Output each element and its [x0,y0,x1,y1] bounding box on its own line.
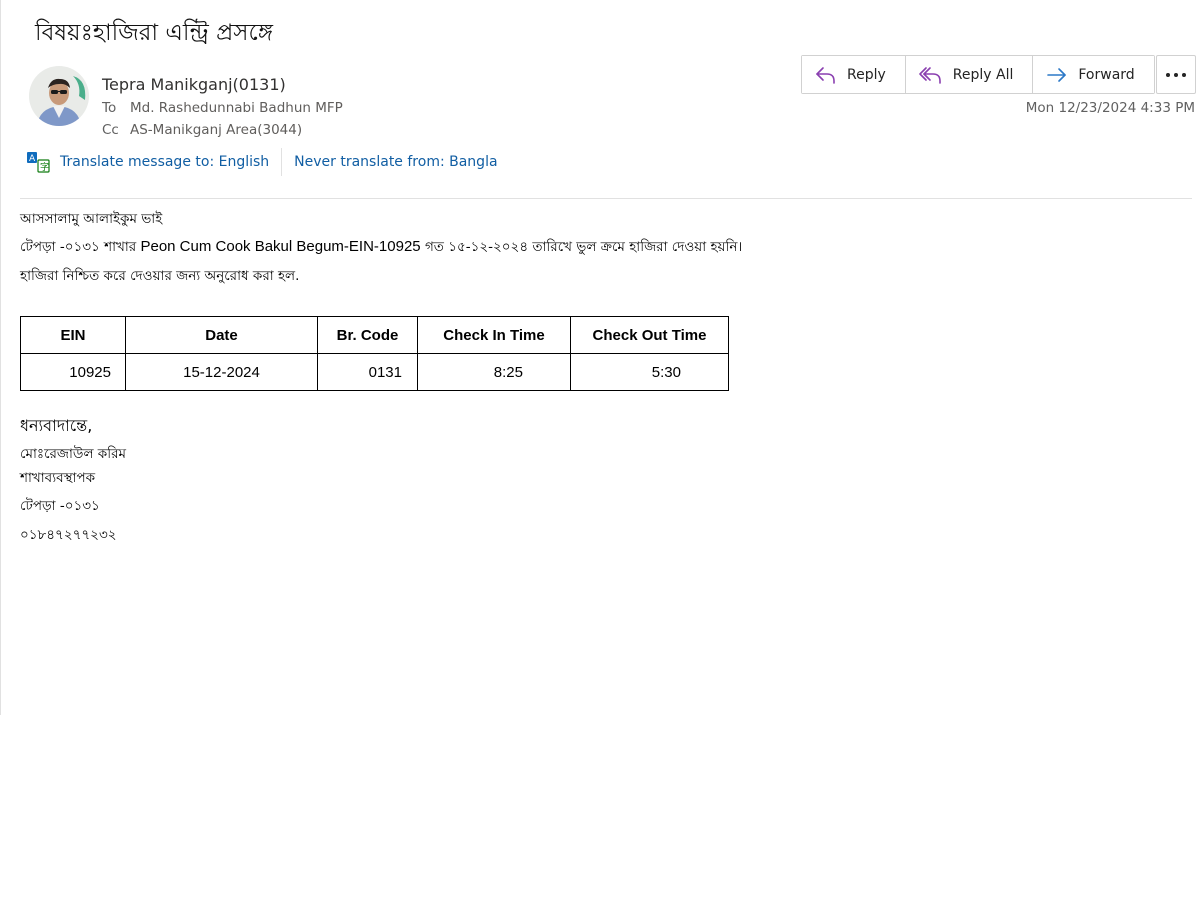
table-header-row: EIN Date Br. Code Check In Time Check Ou… [20,316,729,354]
svg-text:字: 字 [40,161,49,173]
body-line-1-staff: Peon Cum Cook Bakul Begum-EIN-10925 [140,238,421,255]
body-greeting: আসসালামু আলাইকুম ভাই [20,211,163,227]
closing-thanks: ধন্যবাদান্তে, [20,416,93,435]
message-actions: Reply Reply All Forward [801,55,1155,94]
cell-check-in: 8:25 [417,353,571,391]
never-translate-link[interactable]: Never translate from: Bangla [294,154,497,170]
email-subject: বিষয়ঃহাজিরা এন্ট্রি প্রসঙ্গে [35,20,273,46]
reply-button[interactable]: Reply [802,56,906,93]
sender-name[interactable]: Tepra Manikganj(0131) [102,75,286,94]
forward-label: Forward [1078,66,1135,83]
cc-recipient[interactable]: AS-Manikganj Area(3044) [130,122,302,138]
body-line-1-suffix: গত ১৫-১২-২০২৪ তারিখে ভুল ক্রমে হাজিরা দে… [424,239,743,255]
avatar[interactable] [29,66,89,126]
translate-message-link[interactable]: Translate message to: English [60,154,269,170]
reply-button-group: Reply Reply All Forward [801,55,1155,94]
body-line-2: হাজিরা নিশ্চিত করে দেওয়ার জন্য অনুরোধ ক… [20,268,300,284]
reply-all-label: Reply All [952,66,1014,83]
cc-line: Cc AS-Manikganj Area(3044) [102,122,302,138]
header-divider [20,198,1192,199]
translate-icon: A 字 [27,152,50,173]
to-line: To Md. Rashedunnabi Badhun MFP [102,100,343,116]
signature-branch: টেপড়া -০১৩১ [20,498,100,514]
cc-label: Cc [102,122,119,138]
attendance-table: EIN Date Br. Code Check In Time Check Ou… [20,316,729,391]
column-header-ein: EIN [20,316,126,354]
reply-all-button[interactable]: Reply All [905,56,1034,93]
translate-bar: A 字 Translate message to: English Never … [26,148,498,176]
cell-check-out: 5:30 [570,353,729,391]
column-header-check-in: Check In Time [417,316,571,354]
column-header-check-out: Check Out Time [570,316,729,354]
reply-icon [816,66,835,84]
to-recipient[interactable]: Md. Rashedunnabi Badhun MFP [130,100,343,116]
column-header-branch-code: Br. Code [317,316,418,354]
sent-date: Mon 12/23/2024 4:33 PM [1025,100,1195,116]
reply-label: Reply [847,66,886,83]
forward-icon [1047,67,1067,82]
more-icon [1166,72,1186,77]
reply-all-icon [918,66,941,84]
signature-phone: ০১৮৪৭২৭৭২৩২ [20,527,117,543]
table-row: 10925 15-12-2024 0131 8:25 5:30 [20,353,729,391]
svg-text:A: A [29,154,36,164]
cell-date: 15-12-2024 [125,353,318,391]
signature-title: শাখাব্যবস্থাপক [20,470,96,486]
translate-separator [281,148,283,176]
signature-name: মোঃরেজাউল করিম [20,446,127,462]
to-label: To [102,100,117,116]
body-line-1: টেপড়া -০১৩১ শাখার Peon Cum Cook Bakul B… [20,236,742,259]
cell-ein: 10925 [20,353,126,391]
reading-pane-border [0,0,1,715]
forward-button[interactable]: Forward [1033,56,1154,93]
cell-branch-code: 0131 [317,353,418,391]
more-actions-button[interactable] [1156,55,1196,94]
body-line-1-prefix: টেপড়া -০১৩১ শাখার [20,239,137,255]
column-header-date: Date [125,316,318,354]
